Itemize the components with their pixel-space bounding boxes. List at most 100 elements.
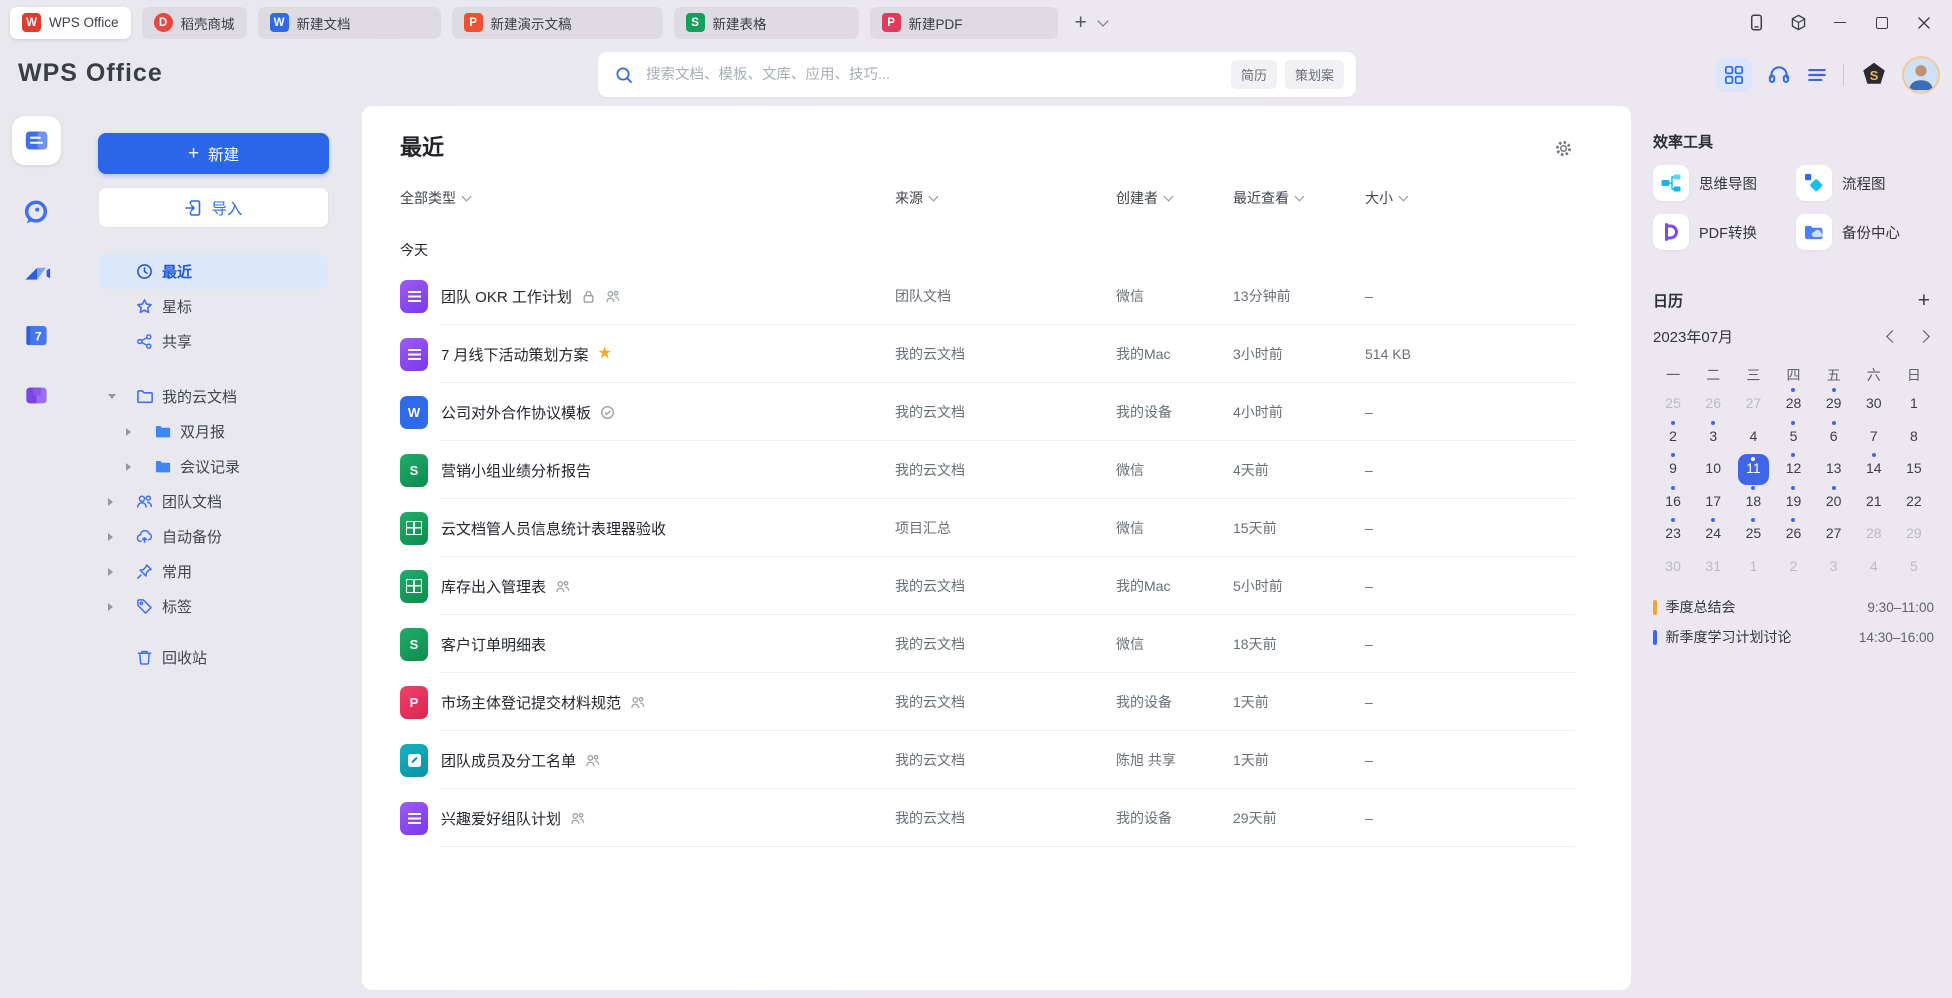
- rail-meeting-button[interactable]: [21, 259, 51, 289]
- event-study-plan-discussion[interactable]: 新季度学习计划讨论 14:30–16:00: [1653, 622, 1934, 652]
- calendar-day[interactable]: 17: [1693, 485, 1733, 518]
- rail-docs-button[interactable]: [12, 116, 61, 165]
- sidebar-item-trash[interactable]: 回收站: [98, 640, 328, 675]
- import-button[interactable]: 导入: [98, 187, 329, 228]
- maximize-button[interactable]: [1866, 8, 1898, 38]
- sidebar-item-team-docs[interactable]: 团队文档: [98, 484, 328, 519]
- calendar-day[interactable]: 4: [1854, 550, 1894, 583]
- calendar-day[interactable]: 8: [1894, 420, 1934, 453]
- membership-badge[interactable]: S: [1859, 60, 1889, 90]
- calendar-day[interactable]: 22: [1894, 485, 1934, 518]
- add-event-button[interactable]: +: [1918, 292, 1934, 310]
- sidebar-item-my-cloud-docs[interactable]: 我的云文档: [98, 379, 328, 414]
- tool-backup-center[interactable]: 备份中心: [1796, 214, 1939, 250]
- search-tag-proposal[interactable]: 策划案: [1285, 60, 1344, 89]
- tab-list-dropdown-icon[interactable]: [1097, 15, 1108, 26]
- calendar-day[interactable]: 26: [1693, 387, 1733, 420]
- calendar-day[interactable]: 1: [1733, 550, 1773, 583]
- minimize-button[interactable]: [1824, 8, 1856, 38]
- file-row[interactable]: 库存出入管理表 ★ 我的云文档 我的Mac 5小时前 –: [362, 557, 1631, 615]
- calendar-day[interactable]: 19: [1773, 485, 1813, 518]
- search-tag-resume[interactable]: 简历: [1231, 60, 1277, 89]
- calendar-day[interactable]: 26: [1773, 517, 1813, 550]
- calendar-day[interactable]: 14: [1854, 452, 1894, 485]
- file-row[interactable]: 兴趣爱好组队计划 ★ 我的云文档 我的设备 29天前 –: [362, 789, 1631, 847]
- calendar-day[interactable]: 30: [1653, 550, 1693, 583]
- filter-size[interactable]: 大小: [1365, 188, 1575, 208]
- next-month-icon[interactable]: [1917, 330, 1930, 343]
- rail-chat-button[interactable]: [22, 198, 50, 226]
- file-row[interactable]: 云文档管人员信息统计表理器验收 ★ 项目汇总 微信 15天前 –: [362, 499, 1631, 557]
- calendar-day[interactable]: 20: [1814, 485, 1854, 518]
- calendar-day[interactable]: 1: [1894, 387, 1934, 420]
- new-button[interactable]: + 新建: [98, 133, 329, 174]
- mobile-device-icon[interactable]: [1740, 8, 1772, 38]
- calendar-day[interactable]: 13: [1814, 452, 1854, 485]
- calendar-day[interactable]: 15: [1894, 452, 1934, 485]
- sidebar-item-tags[interactable]: 标签: [98, 589, 328, 624]
- user-avatar[interactable]: [1904, 58, 1938, 92]
- support-headset-icon[interactable]: [1767, 63, 1791, 87]
- filter-last-viewed[interactable]: 最近查看: [1233, 188, 1365, 208]
- filter-all-types[interactable]: 全部类型: [400, 188, 895, 208]
- calendar-day[interactable]: 5: [1894, 550, 1934, 583]
- filter-creator[interactable]: 创建者: [1116, 188, 1233, 208]
- file-row[interactable]: 公司对外合作协议模板 ★ 我的云文档 我的设备 4小时前 –: [362, 383, 1631, 441]
- file-row[interactable]: 客户订单明细表 ★ 我的云文档 微信 18天前 –: [362, 615, 1631, 673]
- settings-gear-icon[interactable]: [1554, 139, 1573, 158]
- caret-right-icon[interactable]: [108, 603, 113, 611]
- calendar-day[interactable]: 10: [1693, 452, 1733, 485]
- sidebar-item-meeting-notes[interactable]: 会议记录: [98, 449, 328, 484]
- rail-apps-button[interactable]: [23, 382, 50, 409]
- calendar-day[interactable]: 7: [1854, 420, 1894, 453]
- rail-calendar-button[interactable]: 7: [23, 322, 50, 349]
- calendar-day[interactable]: 29: [1814, 387, 1854, 420]
- calendar-day[interactable]: 27: [1733, 387, 1773, 420]
- tab-new-presentation[interactable]: P 新建演示文稿: [452, 7, 663, 39]
- tool-flowchart[interactable]: 流程图: [1796, 165, 1939, 201]
- filter-source[interactable]: 来源: [895, 188, 1116, 208]
- calendar-day[interactable]: 4: [1733, 420, 1773, 453]
- file-row[interactable]: 团队成员及分工名单 ★ 我的云文档 陈旭 共享 1天前 –: [362, 731, 1631, 789]
- sidebar-item-frequent[interactable]: 常用: [98, 554, 328, 589]
- calendar-day[interactable]: 21: [1854, 485, 1894, 518]
- calendar-day[interactable]: 2: [1653, 420, 1693, 453]
- sidebar-item-auto-backup[interactable]: 自动备份: [98, 519, 328, 554]
- tool-pdf-convert[interactable]: PDF转换: [1653, 214, 1796, 250]
- file-row[interactable]: 7 月线下活动策划方案 ★ 我的云文档 我的Mac 3小时前 514 KB: [362, 325, 1631, 383]
- apps-grid-button[interactable]: [1716, 58, 1752, 92]
- caret-right-icon[interactable]: [126, 463, 131, 471]
- main-menu-icon[interactable]: [1806, 64, 1828, 86]
- calendar-day[interactable]: 29: [1894, 517, 1934, 550]
- tab-new-pdf[interactable]: P 新建PDF: [870, 7, 1058, 39]
- calendar-day[interactable]: 11: [1733, 452, 1773, 485]
- tab-docer-store[interactable]: D 稻壳商城: [142, 7, 247, 39]
- caret-right-icon[interactable]: [108, 533, 113, 541]
- file-row[interactable]: 营销小组业绩分析报告 ★ 我的云文档 微信 4天前 –: [362, 441, 1631, 499]
- calendar-day[interactable]: 30: [1854, 387, 1894, 420]
- calendar-day[interactable]: 5: [1773, 420, 1813, 453]
- calendar-day[interactable]: 16: [1653, 485, 1693, 518]
- calendar-day[interactable]: 2: [1773, 550, 1813, 583]
- caret-right-icon[interactable]: [126, 428, 131, 436]
- calendar-day[interactable]: 28: [1773, 387, 1813, 420]
- search-bar[interactable]: 简历 策划案: [598, 52, 1356, 97]
- calendar-day[interactable]: 23: [1653, 517, 1693, 550]
- calendar-day[interactable]: 18: [1733, 485, 1773, 518]
- file-row[interactable]: 团队 OKR 工作计划 ★ 团队文档 微信 13分钟前 –: [362, 267, 1631, 325]
- file-row[interactable]: 市场主体登记提交材料规范 ★ 我的云文档 我的设备 1天前 –: [362, 673, 1631, 731]
- search-input[interactable]: [644, 66, 1223, 84]
- tool-mindmap[interactable]: 思维导图: [1653, 165, 1796, 201]
- tab-wps-home[interactable]: W WPS Office: [10, 7, 131, 39]
- calendar-day[interactable]: 3: [1693, 420, 1733, 453]
- calendar-day[interactable]: 27: [1814, 517, 1854, 550]
- caret-down-icon[interactable]: [108, 394, 116, 399]
- calendar-day[interactable]: 6: [1814, 420, 1854, 453]
- workspace-box-icon[interactable]: [1782, 8, 1814, 38]
- new-tab-button[interactable]: +: [1075, 13, 1087, 33]
- sidebar-item-shared[interactable]: 共享: [98, 324, 328, 359]
- sidebar-item-recent[interactable]: 最近: [98, 254, 328, 289]
- calendar-day[interactable]: 24: [1693, 517, 1733, 550]
- caret-right-icon[interactable]: [108, 568, 113, 576]
- prev-month-icon[interactable]: [1886, 330, 1899, 343]
